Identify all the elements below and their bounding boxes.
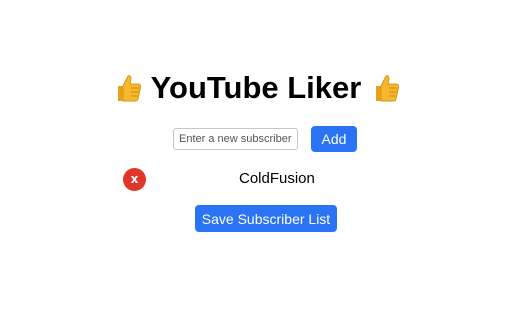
page-title: YouTube Liker <box>150 70 362 105</box>
subscriber-input[interactable] <box>173 128 298 150</box>
thumbs-up-icon <box>117 75 141 102</box>
add-subscriber-form: Add <box>173 126 357 152</box>
remove-subscriber-button[interactable]: x <box>123 168 146 191</box>
list-item: x ColdFusion <box>123 168 393 191</box>
subscriber-list: x ColdFusion <box>123 168 393 191</box>
header: YouTube Liker <box>0 70 512 106</box>
popup-page: YouTube Liker Add x ColdFusion Save Subs… <box>0 0 512 320</box>
subscriber-name: ColdFusion <box>239 170 315 187</box>
save-subscriber-list-button[interactable]: Save Subscriber List <box>195 205 337 232</box>
thumbs-up-icon <box>376 75 400 102</box>
add-button[interactable]: Add <box>311 126 357 152</box>
